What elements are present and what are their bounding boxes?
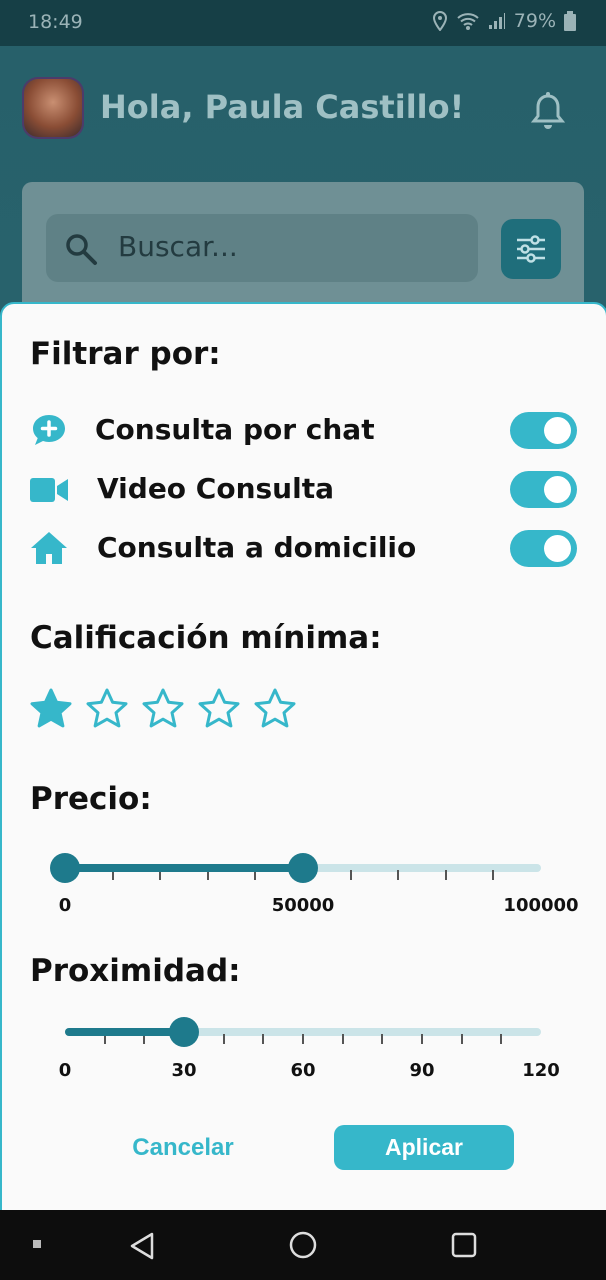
battery-icon [564,11,576,31]
slider-tick [222,1034,225,1044]
star-filled-icon[interactable] [30,688,72,728]
slider-tick [500,1034,503,1044]
slider-scale-label: 60 [290,1060,316,1081]
slider-scale-label: 120 [522,1060,560,1081]
toggle-knob [544,476,571,503]
status-time: 18:49 [28,11,83,33]
option-label-chat: Consulta por chat [95,413,375,446]
slider-tick [492,870,495,880]
apply-button[interactable]: Aplicar [334,1125,514,1170]
chat-plus-icon [33,415,65,445]
filter-button[interactable] [501,219,561,279]
back-icon[interactable] [128,1232,156,1260]
rating-title: Calificación mínima: [30,620,382,656]
home-icon [31,532,67,564]
slider-scale-label: 100000 [503,895,579,916]
notification-bell-icon[interactable] [530,92,566,132]
slider-tick [381,1034,384,1044]
slider-scale-label: 0 [58,1060,72,1081]
battery-percent: 79% [513,10,556,32]
slider-tick [421,1034,423,1044]
cancel-button[interactable]: Cancelar [112,1130,254,1166]
toggle-chat[interactable] [510,412,577,449]
video-camera-icon [30,478,68,502]
slider-scale-label: 90 [409,1060,435,1081]
search-placeholder: Buscar... [118,230,238,263]
recents-icon[interactable] [451,1232,477,1258]
slider-scale-label: 30 [171,1060,197,1081]
slider-scale-label: 0 [58,895,72,916]
greeting-text: Hola, Paula Castillo! [100,88,465,126]
signal-icon [488,13,505,29]
search-icon [66,234,97,265]
home-nav-icon[interactable] [289,1231,317,1259]
toggle-knob [544,417,571,444]
status-bar: 18:49 79% [0,0,606,46]
slider-tick [302,1034,304,1044]
wifi-icon [457,13,479,30]
dot-icon [33,1240,41,1248]
star-outline-icon[interactable] [86,688,128,728]
toggle-home[interactable] [510,530,577,567]
slider-thumb[interactable] [288,853,318,883]
slider-tick [349,870,352,880]
sheet-title: Filtrar por: [30,336,221,372]
toggle-knob [544,535,571,562]
slider-fill [65,1028,184,1036]
slider-fill [65,864,303,872]
slider-tick [397,870,400,880]
slider-tick [341,1034,344,1044]
slider-min-thumb[interactable] [50,853,80,883]
star-outline-icon[interactable] [254,688,296,728]
rating-stars [30,688,296,728]
slider-thumb[interactable] [169,1017,199,1047]
proximity-title: Proximidad: [30,953,241,989]
slider-scale-label: 50000 [271,895,335,916]
location-icon [432,11,447,31]
sliders-icon [517,235,545,263]
option-label-video: Video Consulta [97,472,334,505]
search-input[interactable] [46,214,478,282]
slider-tick [460,1034,463,1044]
avatar[interactable] [24,79,82,137]
star-outline-icon[interactable] [198,688,240,728]
system-navigation-bar [0,1210,606,1280]
slider-tick [444,870,447,880]
slider-tick [262,1034,265,1044]
price-title: Precio: [30,781,152,817]
toggle-video[interactable] [510,471,577,508]
star-outline-icon[interactable] [142,688,184,728]
option-label-home: Consulta a domicilio [97,531,417,564]
